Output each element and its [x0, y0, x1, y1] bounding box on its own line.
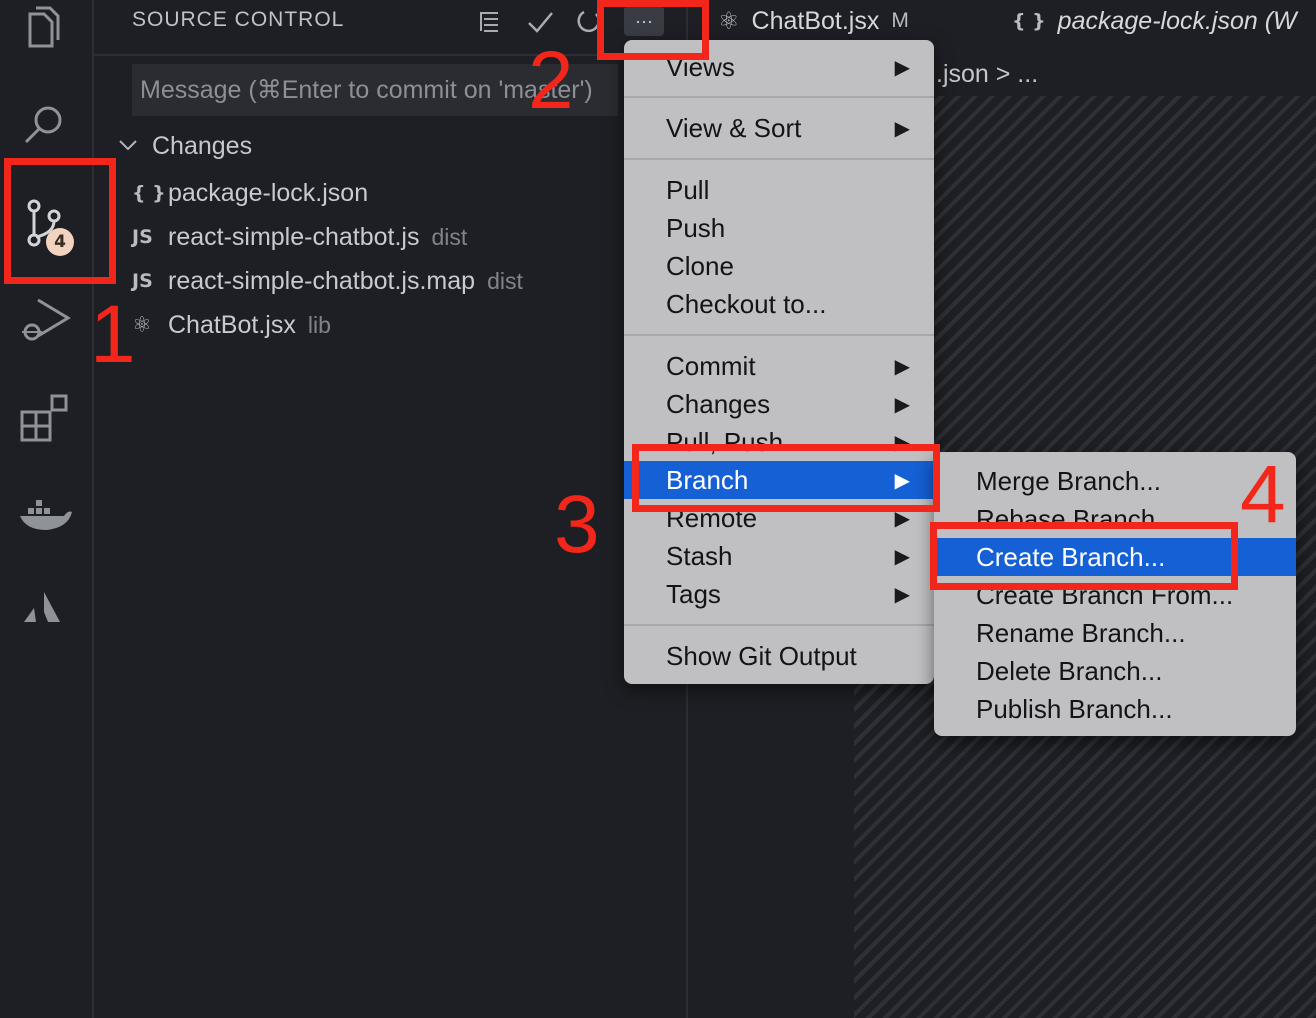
annotation-number-4: 4: [1240, 449, 1286, 540]
file-row-chatbot-js[interactable]: JS react-simple-chatbot.js dist: [132, 217, 467, 257]
file-row-chatbot-jsx[interactable]: ⚛ ChatBot.jsx lib: [132, 305, 331, 345]
menu-label: View & Sort: [666, 112, 802, 143]
menu-item-push[interactable]: Push: [624, 209, 934, 247]
more-actions-icon[interactable]: ···: [624, 6, 664, 36]
sidebar-title: SOURCE CONTROL: [132, 8, 345, 31]
menu-divider: [624, 624, 934, 626]
chevron-down-icon: [118, 136, 142, 157]
annotation-number-1: 1: [90, 289, 136, 380]
menu-label: Push: [666, 212, 726, 243]
docker-icon[interactable]: [14, 484, 74, 544]
run-debug-icon[interactable]: [14, 290, 74, 350]
tab-label: package-lock.json (W: [1057, 6, 1297, 35]
annotation-number-3: 3: [554, 479, 600, 570]
more-actions-menu: Views ▶ View & Sort ▶ Pull Push Clone Chec…: [624, 40, 934, 684]
file-name: react-simple-chatbot.js: [168, 222, 420, 251]
menu-label: Branch: [666, 464, 749, 495]
json-file-icon: { }: [132, 182, 166, 204]
menu-label: Tags: [666, 578, 721, 609]
submenu-arrow-icon: ▶: [894, 56, 910, 79]
view-as-tree-icon[interactable]: [476, 4, 502, 40]
menu-label: Clone: [666, 250, 734, 281]
menu-label: Create Branch...: [976, 541, 1166, 572]
menu-label: Create Branch From...: [976, 579, 1234, 610]
files-icon[interactable]: [14, 0, 74, 60]
menu-label: Rebase Branch...: [976, 503, 1177, 534]
menu-item-pull[interactable]: Pull: [624, 171, 934, 209]
menu-divider: [624, 158, 934, 160]
submenu-arrow-icon: ▶: [894, 583, 910, 606]
menu-label: Delete Branch...: [976, 655, 1163, 686]
menu-item-pull-push[interactable]: Pull, Push ▶: [624, 423, 934, 461]
menu-label: Stash: [666, 540, 733, 571]
file-row-package-lock[interactable]: { } package-lock.json: [132, 173, 368, 213]
menu-label: Changes: [666, 388, 771, 419]
menu-divider: [624, 334, 934, 336]
menu-label: Pull, Push: [666, 426, 784, 457]
tab-chatbot-jsx[interactable]: ⚛ ChatBot.jsx M: [718, 0, 909, 42]
menu-label: Checkout to...: [666, 288, 827, 319]
extensions-icon[interactable]: [14, 388, 74, 448]
menu-label: Remote: [666, 502, 758, 533]
file-folder: dist: [431, 223, 468, 250]
menu-item-create-branch[interactable]: Create Branch...: [934, 538, 1296, 576]
menu-item-changes[interactable]: Changes ▶: [624, 385, 934, 423]
submenu-arrow-icon: ▶: [894, 545, 910, 568]
menu-label: Rename Branch...: [976, 617, 1186, 648]
changes-label: Changes: [152, 132, 253, 160]
menu-item-publish-branch[interactable]: Publish Branch...: [934, 690, 1296, 728]
submenu-arrow-icon: ▶: [894, 431, 910, 454]
menu-item-stash[interactable]: Stash ▶: [624, 537, 934, 575]
submenu-arrow-icon: ▶: [894, 117, 910, 140]
menu-item-create-branch-from[interactable]: Create Branch From...: [934, 576, 1296, 614]
react-file-icon: ⚛: [132, 312, 152, 338]
menu-label: Merge Branch...: [976, 465, 1161, 496]
menu-label: Publish Branch...: [976, 693, 1173, 724]
search-icon[interactable]: [14, 96, 74, 156]
file-name: ChatBot.jsx: [168, 310, 296, 339]
menu-item-branch[interactable]: Branch ▶: [624, 461, 934, 499]
js-file-icon: JS: [132, 270, 153, 292]
file-name: react-simple-chatbot.js.map: [168, 266, 476, 295]
js-file-icon: JS: [132, 226, 153, 248]
modified-badge: M: [891, 9, 909, 32]
menu-label: Views: [666, 51, 735, 82]
activity-bar: 4: [0, 0, 92, 1018]
submenu-arrow-icon: ▶: [894, 507, 910, 530]
breadcrumb[interactable]: .json > ...: [936, 60, 1038, 89]
menu-item-view-sort[interactable]: View & Sort ▶: [624, 109, 934, 147]
menu-label: Commit: [666, 350, 756, 381]
menu-item-commit[interactable]: Commit ▶: [624, 347, 934, 385]
annotation-number-2: 2: [528, 35, 574, 126]
json-file-icon: { }: [1012, 10, 1046, 32]
file-folder: lib: [307, 311, 331, 338]
source-control-badge: 4: [46, 228, 74, 256]
menu-item-show-git-output[interactable]: Show Git Output: [624, 637, 934, 675]
file-folder: dist: [487, 267, 523, 294]
file-name: package-lock.json: [168, 178, 369, 207]
changes-group-header[interactable]: Changes: [118, 132, 252, 161]
menu-item-clone[interactable]: Clone: [624, 247, 934, 285]
sidebar-divider: [94, 54, 688, 56]
menu-item-checkout[interactable]: Checkout to...: [624, 285, 934, 323]
tab-package-lock[interactable]: { } package-lock.json (W: [1012, 0, 1297, 42]
menu-item-remote[interactable]: Remote ▶: [624, 499, 934, 537]
submenu-arrow-icon: ▶: [894, 355, 910, 378]
submenu-arrow-icon: ▶: [894, 469, 910, 492]
menu-label: Pull: [666, 174, 710, 205]
menu-item-delete-branch[interactable]: Delete Branch...: [934, 652, 1296, 690]
menu-divider: [624, 96, 934, 98]
menu-label: Show Git Output: [666, 640, 857, 671]
menu-item-views[interactable]: Views ▶: [624, 48, 934, 86]
menu-item-tags[interactable]: Tags ▶: [624, 575, 934, 613]
submenu-arrow-icon: ▶: [894, 393, 910, 416]
menu-item-rename-branch[interactable]: Rename Branch...: [934, 614, 1296, 652]
refresh-icon[interactable]: [576, 4, 602, 40]
file-row-chatbot-js-map[interactable]: JS react-simple-chatbot.js.map dist: [132, 261, 523, 301]
react-file-icon: ⚛: [718, 7, 740, 35]
atlassian-icon[interactable]: [14, 582, 74, 642]
tab-label: ChatBot.jsx: [751, 6, 880, 35]
